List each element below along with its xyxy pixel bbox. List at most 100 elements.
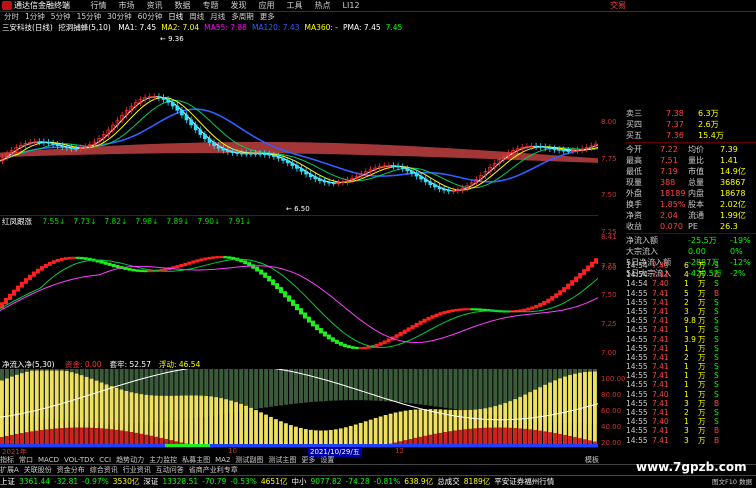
step-bar [59,257,64,261]
candle-body [331,182,336,185]
menu-item-8[interactable]: 热点 [315,0,331,11]
y-tick: 80.00 [601,391,622,399]
step-bar [402,329,407,334]
stat-value: 1.85% [660,200,686,209]
ma-label-6: 7.45 [385,23,403,32]
menu-item-6[interactable]: 应用 [259,0,275,11]
y-tick: 7.00 [601,349,617,357]
chip-bar-bg [318,369,323,402]
chip-bar-bg [438,369,443,408]
timeframe-9[interactable]: 多周期 [231,12,254,22]
chip-bar-bg [269,369,274,407]
extension-tab-3[interactable]: 综合资讯 [90,465,118,475]
timeframe-7[interactable]: 周线 [189,12,204,22]
chip-bar-bg [254,369,259,409]
indicator-tabs: 指标 常口 MACD VOL-TDX CCI 趋势动力 主力监控 私募主图 MA2 测试副图 测试主… [0,455,598,464]
step-bar [378,342,383,346]
step-bar [438,312,443,316]
candle-body [322,180,327,183]
stat-label-2: 均价 [688,145,704,154]
chip-bar-bg [284,369,289,405]
extension-tab-4[interactable]: 行业资讯 [123,465,151,475]
tape-unit: 万 [698,352,706,362]
extension-tab-2[interactable]: 资金分布 [57,465,85,475]
mid-value-1: 7.73↓ [73,217,97,226]
extension-tab-6[interactable]: 省商产业利专章 [189,465,238,475]
tape-volume: 2 [684,408,689,417]
candle-body [51,142,55,145]
chip-bar [378,416,383,447]
mid-indicator-chart[interactable] [0,227,598,360]
timeframe-3[interactable]: 15分钟 [77,12,102,22]
candle-body [65,146,69,149]
timeframe-6[interactable]: 日线 [168,12,183,22]
tape-unit: 万 [698,398,706,408]
tape-time: 14:55 [626,371,648,381]
timeframe-10[interactable]: 更多 [260,12,275,22]
mid-values: 7.55↓ 7.73↓ 7.82↓ 7.98↓ 7.89↓ 7.90↓ 7.91↓ [34,217,251,226]
tape-price: 7.41 [652,408,669,417]
chip-bar-bg [328,369,333,401]
candle-body [74,148,78,150]
stat-value: 7.51 [660,156,678,165]
chip-bar [368,419,373,447]
stat-value-2: 7.39 [720,145,738,154]
timeframe-1[interactable]: 1分钟 [25,12,45,22]
template-button[interactable]: 模板 [585,455,599,465]
step-bar [115,265,120,269]
tape-row: 14:55 7.41 3.9 万 S [626,335,756,344]
chip-bar-bg [358,369,363,401]
y-tick: 7.50 [601,191,617,199]
timeframe-4[interactable]: 30分钟 [107,12,132,22]
menu-item-1[interactable]: 市场 [119,0,135,11]
tape-side: B [714,288,720,298]
chip-bar [204,395,209,447]
step-bar [550,296,555,301]
timeframe-2[interactable]: 5分钟 [51,12,71,22]
candle-body [184,114,189,121]
chip-bar-bg [423,369,428,406]
menu-item-4[interactable]: 专题 [203,0,219,11]
menu-item-2[interactable]: 资讯 [147,0,163,11]
stat-value: 0.070 [660,222,683,231]
chip-bar-bg [468,369,473,412]
timeframe-5[interactable]: 60分钟 [138,12,163,22]
trade-menu[interactable]: 交易 [610,0,626,11]
status-item-11: 9077.82 [310,477,342,486]
step-bar [147,270,152,273]
timeframe-8[interactable]: 月线 [210,12,225,22]
tape-side: S [714,417,719,427]
step-bar [566,283,571,290]
timeframe-0[interactable]: 分时 [4,12,19,22]
chip-bar [264,414,268,447]
tape-time: 14:55 [626,417,648,427]
candle-body [239,152,244,155]
chip-bar [578,372,582,447]
tape-price: 7.41 [652,270,669,280]
flow-row: 大宗流入 0.00 0% [626,246,756,257]
status-item-0: 上证 [0,477,15,486]
menu-item-5[interactable]: 发现 [231,0,247,11]
menu-item-0[interactable]: 行情 [91,0,107,11]
extension-tab-0[interactable]: 扩展A [0,465,19,475]
app-logo-icon [2,1,12,10]
menu-item-7[interactable]: 工具 [287,0,303,11]
order-book-row: 卖三 7.38 6.3万 [626,108,756,119]
candle-body [548,147,552,150]
chip-bar [169,395,174,447]
tape-time: 14:54 [626,261,648,270]
main-candle-chart[interactable]: ← 9.36 ← 6.50 [0,33,598,215]
chip-distribution-chart[interactable] [0,369,598,447]
flow-pct: -19% [730,236,751,245]
tape-side: B [714,426,720,436]
tape-price: 7.41 [652,398,669,408]
extension-tab-5[interactable]: 互动问答 [156,465,184,475]
candle-body [42,141,46,144]
tape-price: 7.41 [652,306,669,316]
extension-tab-1[interactable]: 关联股份 [24,465,52,475]
menu-item-3[interactable]: 数据 [175,0,191,11]
status-item-17: 平安证券福州行情 [494,477,555,486]
menu-item-9[interactable]: LI12 [343,0,360,11]
tape-price: 7.41 [652,426,669,436]
step-bar [243,260,248,265]
